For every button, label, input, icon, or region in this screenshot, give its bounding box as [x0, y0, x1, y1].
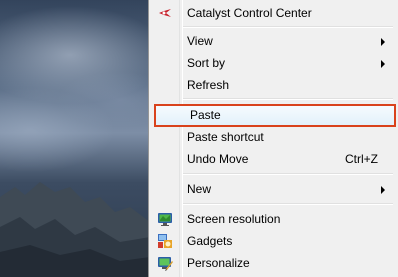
menu-item-gadgets[interactable]: Gadgets: [151, 230, 395, 252]
menu-item-paste-shortcut[interactable]: Paste shortcut: [151, 126, 395, 148]
menu-item-label: Personalize: [187, 256, 250, 270]
menu-item-new[interactable]: New: [151, 178, 395, 200]
desktop-context-menu: Catalyst Control Center View Sort by Ref…: [148, 0, 398, 277]
menu-item-label: Undo Move: [187, 152, 249, 166]
menu-item-undo-move[interactable]: Undo Move Ctrl+Z: [151, 148, 395, 170]
menu-item-catalyst-control-center[interactable]: Catalyst Control Center: [151, 2, 395, 24]
menu-item-paste[interactable]: Paste: [154, 104, 396, 127]
wallpaper-cliffs: [0, 182, 150, 277]
menu-item-label: Sort by: [187, 56, 226, 70]
menu-item-label: New: [187, 182, 212, 196]
submenu-arrow-icon: [381, 60, 385, 68]
submenu-arrow-icon: [381, 186, 385, 194]
menu-item-label: Refresh: [187, 78, 230, 92]
gadgets-icon: [157, 233, 173, 249]
menu-item-refresh[interactable]: Refresh: [151, 74, 395, 96]
menu-separator: [183, 26, 393, 28]
menu-item-shortcut: Ctrl+Z: [345, 152, 378, 166]
menu-separator: [183, 203, 393, 205]
menu-item-label: View: [187, 34, 213, 48]
menu-item-sort-by[interactable]: Sort by: [151, 52, 395, 74]
menu-item-label: Screen resolution: [187, 212, 281, 226]
screen-resolution-icon: [157, 211, 173, 227]
menu-item-screen-resolution[interactable]: Screen resolution: [151, 208, 395, 230]
menu-separator: [183, 173, 393, 175]
personalize-icon: [157, 255, 173, 271]
menu-item-label: Paste: [190, 108, 221, 122]
submenu-arrow-icon: [381, 38, 385, 46]
menu-item-view[interactable]: View: [151, 30, 395, 52]
menu-item-label: Gadgets: [187, 234, 233, 248]
menu-item-personalize[interactable]: Personalize: [151, 252, 395, 274]
menu-item-label: Paste shortcut: [187, 130, 264, 144]
menu-separator: [183, 98, 393, 100]
catalyst-icon: [157, 5, 173, 21]
menu-item-label: Catalyst Control Center: [187, 6, 312, 20]
